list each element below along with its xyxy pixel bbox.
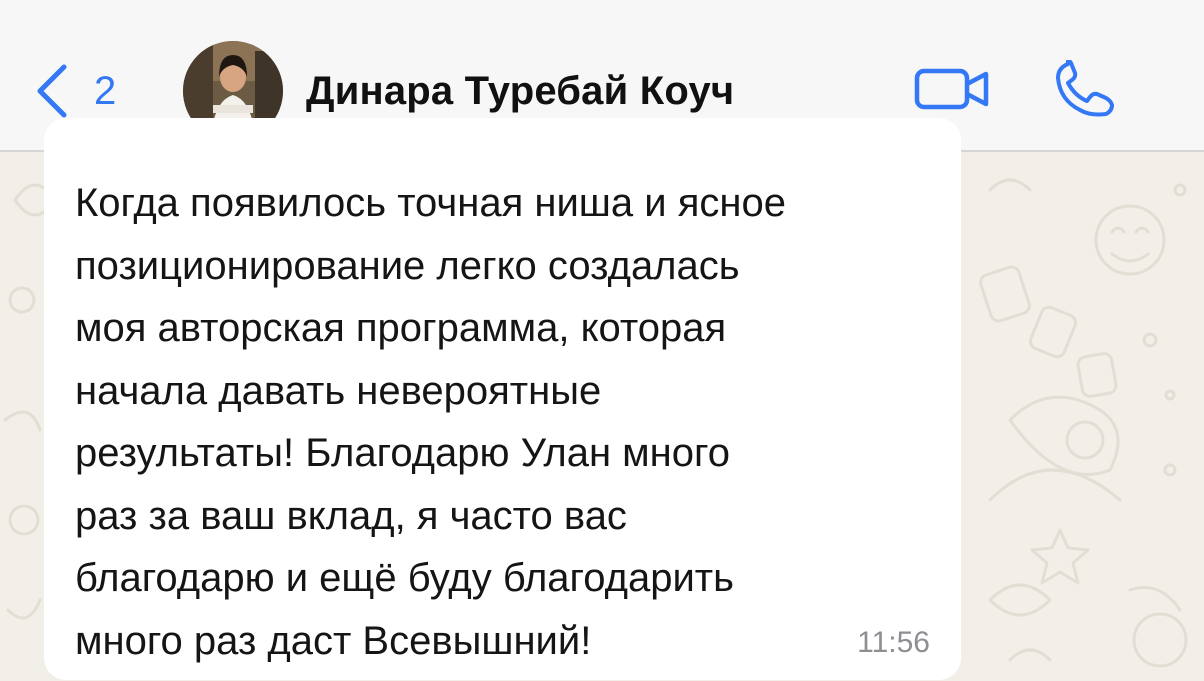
phone-icon[interactable]	[1054, 60, 1116, 120]
contact-name[interactable]: Динара Туребай Коуч	[306, 68, 734, 114]
unread-count: 2	[94, 69, 117, 113]
message-bubble[interactable]: Когда появилось точная ниша и ясное пози…	[44, 118, 961, 680]
message-text: Когда появилось точная ниша и ясное пози…	[75, 181, 786, 663]
message-timestamp: 11:56	[857, 626, 930, 659]
chevron-left-icon	[37, 64, 67, 118]
video-camera-icon[interactable]	[914, 68, 990, 110]
back-button[interactable]: 2	[34, 60, 116, 122]
